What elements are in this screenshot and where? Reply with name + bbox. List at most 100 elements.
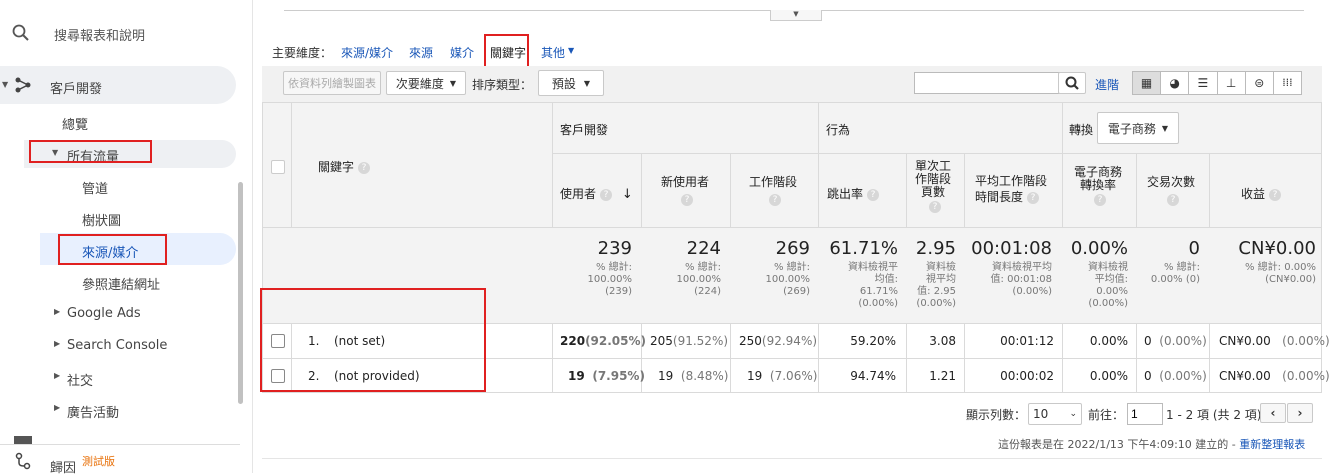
column-header-users[interactable]: 使用者? ↓ xyxy=(560,185,633,202)
row-duration: 00:01:12 xyxy=(1000,334,1054,348)
sidebar-item-google-ads[interactable]: Google Ads xyxy=(67,306,141,321)
total-new-users: 224 xyxy=(686,238,721,259)
sort-type-label: 排序類型： xyxy=(472,78,533,92)
column-header-bounce[interactable]: 跳出率? xyxy=(827,185,880,202)
search-reports-link[interactable]: 搜尋報表和說明 xyxy=(54,25,145,44)
search-icon[interactable] xyxy=(12,24,30,46)
sessions-pct: (7.06%) xyxy=(769,369,818,383)
dimension-source[interactable]: 來源 xyxy=(409,44,433,61)
chevron-right-icon: ▶ xyxy=(54,371,61,380)
view-toggle-group: ▦ ◕ ☰ ⊥ ⊜ ⁞⁞⁞ xyxy=(1132,71,1302,95)
row-bounce: 59.20% xyxy=(850,334,896,348)
total-new-users-sub: % 總計: 100.00% (224) xyxy=(649,262,722,298)
sidebar-item-treemap[interactable]: 樹狀圖 xyxy=(82,210,121,229)
behavior-icon xyxy=(14,436,32,444)
dimension-source-medium[interactable]: 來源/媒介 xyxy=(341,44,393,61)
row-divider xyxy=(262,392,1322,393)
goto-page-input[interactable] xyxy=(1127,403,1163,425)
sidebar-item-social[interactable]: 社交 xyxy=(67,370,93,389)
keyword-column-header[interactable]: 關鍵字? xyxy=(318,158,371,175)
chevron-right-icon: ▶ xyxy=(54,307,61,316)
dimension-medium[interactable]: 媒介 xyxy=(450,44,474,61)
help-icon[interactable]: ? xyxy=(1027,191,1040,204)
column-header-new-users[interactable]: 新使用者? xyxy=(660,173,710,206)
bounce-header-label: 跳出率 xyxy=(827,187,864,201)
ecom-header-line-1: 電子商務 xyxy=(1073,165,1122,179)
sidebar-item-overview[interactable]: 總覽 xyxy=(62,114,88,133)
total-ecom-rate: 0.00% xyxy=(1070,238,1128,259)
goto-label: 前往： xyxy=(1088,408,1125,422)
column-header-ecom-rate[interactable]: 電子商務 轉換率 ? xyxy=(1070,166,1126,206)
total-transactions-sub: % 總計: 0.00% (0) xyxy=(1140,262,1200,286)
total-duration: 00:01:08 xyxy=(971,238,1052,259)
dimension-other[interactable]: 其他 xyxy=(541,44,565,61)
users-value: 220 xyxy=(560,334,586,348)
row-pages: 1.21 xyxy=(929,369,956,383)
help-icon[interactable]: ? xyxy=(1269,188,1282,201)
keyword-header-label: 關鍵字 xyxy=(318,160,355,174)
help-icon[interactable]: ? xyxy=(867,188,880,201)
sort-type-dropdown[interactable]: 預設 ▼ xyxy=(538,70,604,96)
sub-line: % 總計: xyxy=(684,262,721,273)
table-view-icon[interactable]: ▦ xyxy=(1133,72,1162,94)
sidebar-item-campaigns[interactable]: 廣告活動 xyxy=(67,402,119,421)
conversion-type-dropdown[interactable]: 電子商務 ▼ xyxy=(1097,112,1179,144)
secondary-dimension-dropdown[interactable]: 次要維度 ▼ xyxy=(386,71,466,95)
column-header-avg-duration[interactable]: 平均工作階段 時間長度? xyxy=(975,173,1047,205)
chevron-left-icon: ‹ xyxy=(1270,406,1276,420)
sidebar-scrollbar[interactable] xyxy=(238,182,243,404)
sub-line: 0.00% xyxy=(1096,286,1128,297)
advanced-link[interactable]: 進階 xyxy=(1095,76,1119,93)
pages-header-line-2: 作階段 xyxy=(914,172,951,186)
sub-line: 資料檢 xyxy=(926,262,956,273)
chevron-down-icon: ▼ xyxy=(2,80,9,89)
column-header-revenue[interactable]: 收益? xyxy=(1241,185,1282,202)
pivot-view-icon[interactable]: ⁞⁞⁞ xyxy=(1274,72,1301,94)
pie-view-icon[interactable]: ◕ xyxy=(1161,72,1190,94)
sidebar-item-acquisition[interactable]: 客戶開發 xyxy=(50,78,102,97)
chevron-down-icon: ⌄ xyxy=(1069,409,1077,419)
help-icon[interactable]: ? xyxy=(358,161,371,174)
column-header-transactions[interactable]: 交易次數? xyxy=(1145,173,1197,206)
pages-header-line-1: 單次工 xyxy=(914,159,951,173)
help-icon[interactable]: ? xyxy=(1094,194,1106,206)
help-icon[interactable]: ? xyxy=(929,201,941,213)
sidebar-item-referrals[interactable]: 參照連結網址 xyxy=(82,274,160,293)
acquisition-row[interactable] xyxy=(0,66,236,104)
plot-rows-button[interactable]: 依資料列繪製圖表 xyxy=(283,71,381,95)
rows-per-page-select[interactable]: 10 ⌄ xyxy=(1028,403,1082,425)
sub-line: (0.00%) xyxy=(858,298,898,309)
help-icon[interactable]: ? xyxy=(1167,194,1179,206)
sub-line: 61.71% xyxy=(859,286,898,297)
sidebar-item-channels[interactable]: 管道 xyxy=(82,178,108,197)
performance-view-icon[interactable]: ☰ xyxy=(1189,72,1218,94)
prev-page-button[interactable]: ‹ xyxy=(1260,403,1286,423)
table-search-input[interactable] xyxy=(914,72,1060,94)
help-icon[interactable]: ? xyxy=(600,188,613,201)
chart-collapse-handle[interactable]: ▼ xyxy=(770,10,822,21)
revenue-header-label: 收益 xyxy=(1241,187,1266,201)
column-header-pages-per-session[interactable]: 單次工 作階段 頁數 ? xyxy=(914,160,952,213)
term-cloud-view-icon[interactable]: ⊜ xyxy=(1246,72,1274,94)
search-button[interactable] xyxy=(1058,72,1086,94)
sub-line: 資料檢視平均 xyxy=(992,262,1052,273)
help-icon[interactable]: ? xyxy=(681,194,693,206)
sidebar-item-attribution[interactable]: 歸因 xyxy=(50,457,76,476)
users-pct: (7.95%) xyxy=(592,369,645,383)
row-ecom-rate: 0.00% xyxy=(1089,369,1128,383)
report-footer: 這份報表是在 2022/1/13 下午4:09:10 建立的 - 重新整理報表 xyxy=(998,436,1305,452)
select-all-checkbox[interactable] xyxy=(271,160,285,174)
next-page-button[interactable]: › xyxy=(1287,403,1313,423)
duration-header-line-1: 平均工作階段 xyxy=(975,174,1048,188)
group-conversion-header: 轉換 xyxy=(1069,123,1094,137)
help-icon[interactable]: ? xyxy=(769,194,781,206)
column-header-sessions[interactable]: 工作階段? xyxy=(748,173,798,206)
sub-line: (CN¥0.00) xyxy=(1265,274,1316,285)
row-new-users: 19 (8.48%) xyxy=(658,369,728,383)
rows-per-page-value: 10 xyxy=(1033,407,1049,421)
sidebar-item-search-console[interactable]: Search Console xyxy=(67,338,167,353)
comparison-view-icon[interactable]: ⊥ xyxy=(1218,72,1246,94)
sidebar: 搜尋報表和說明 ▼ 客戶開發 總覽 ▼ 所有流量 管道 樹狀圖 來源/媒介 參照… xyxy=(0,0,253,476)
transactions-pct: (0.00%) xyxy=(1159,334,1207,348)
refresh-report-link[interactable]: 重新整理報表 xyxy=(1239,438,1305,451)
